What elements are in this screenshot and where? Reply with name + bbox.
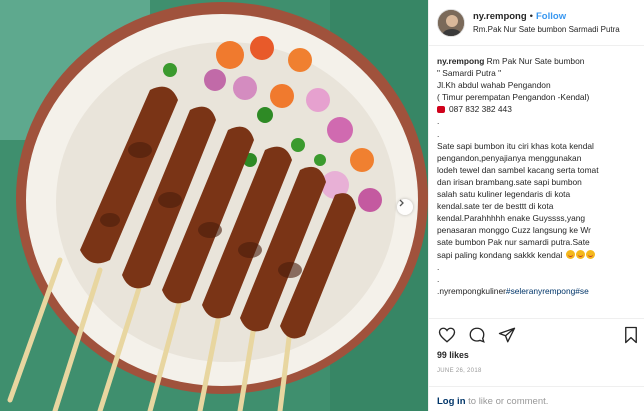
- action-bar: [437, 324, 641, 346]
- avatar-image: [438, 9, 464, 36]
- comment-icon: [469, 327, 485, 343]
- instagram-post: ny.rempong • Follow Rm.Pak Nur Sate bumbon…: [0, 0, 644, 411]
- caption-line: salah satu kuliner legendaris di kota: [437, 189, 571, 200]
- location-link[interactable]: Rm.Pak Nur Sate bumbon Sarmadi Putra: [473, 23, 620, 36]
- smile-emoji-icon: [585, 249, 595, 259]
- caption-line: sate bumbon Pak nur samardi putra.Sate: [437, 237, 590, 248]
- post-photo[interactable]: [0, 0, 428, 411]
- caption-line: lodeh tewel dan sambel kacang serta toma…: [437, 164, 599, 175]
- caption-line: .: [437, 128, 440, 139]
- post-date: JUNE 26, 2018: [437, 368, 482, 374]
- bookmark-icon: [625, 326, 637, 344]
- caption-line: penasaran monggo Cuzz langsung ke Wr: [437, 225, 591, 236]
- caption-line: .nyrempongkuliner#seleranyrempong#se: [437, 285, 641, 297]
- sate-plate-image: [0, 0, 428, 411]
- caption-text: 087 832 382 443: [449, 104, 512, 115]
- smile-emoji-icon: [575, 249, 585, 259]
- phone-icon: [437, 106, 445, 114]
- carousel-next-button[interactable]: [397, 199, 413, 215]
- heart-icon: [438, 327, 456, 343]
- caption-line: ( Timur perempatan Pengandon -Kendal): [437, 92, 590, 103]
- avatar[interactable]: [437, 8, 465, 37]
- share-button[interactable]: [497, 325, 517, 345]
- hashtag-link[interactable]: #seleranyrempong#se: [506, 286, 589, 296]
- caption-line: .: [437, 261, 440, 272]
- divider: [429, 386, 644, 387]
- post-side-panel: ny.rempong • Follow Rm.Pak Nur Sate bumbon…: [428, 0, 644, 411]
- save-button[interactable]: [621, 325, 641, 345]
- chevron-right-icon: [399, 199, 404, 207]
- follow-button[interactable]: Follow: [536, 11, 566, 22]
- separator-dot: •: [529, 10, 533, 22]
- caption-line: 087 832 382 443: [437, 103, 641, 115]
- caption-text: .nyrempongkuliner: [437, 285, 506, 296]
- likes-count[interactable]: 99 likes: [437, 350, 469, 360]
- share-icon: [498, 327, 516, 343]
- caption-line: kendal.Parahhhhh enake Guyssss,yang: [437, 213, 586, 224]
- caption-line: dan irisan brambang.sate sapi bumbon: [437, 176, 582, 187]
- caption-line: pengandon,penyajianya menggunakan: [437, 152, 582, 163]
- like-button[interactable]: [437, 325, 457, 345]
- caption-text: Rm Pak Nur Sate bumbon: [484, 56, 585, 66]
- smile-emoji-icon: [565, 249, 575, 259]
- divider: [429, 318, 644, 319]
- caption-line: Jl.Kh abdul wahab Pengandon: [437, 80, 551, 91]
- caption-line: kendal.sate ter de besttt di kota: [437, 201, 554, 212]
- comment-button[interactable]: [467, 325, 487, 345]
- caption: ny.rempong Rm Pak Nur Sate bumbon " Sama…: [437, 55, 641, 297]
- login-prompt: Log in to like or comment.: [437, 396, 548, 407]
- login-link[interactable]: Log in: [437, 396, 466, 407]
- caption-line: .: [437, 273, 440, 284]
- caption-line: sapi paling kondang sakkk kendal: [437, 249, 641, 261]
- caption-line: .: [437, 116, 440, 127]
- username-link[interactable]: ny.rempong: [473, 11, 527, 22]
- post-header: ny.rempong • Follow Rm.Pak Nur Sate bumbon…: [429, 0, 644, 46]
- caption-line: Sate sapi bumbon itu ciri khas kota kend…: [437, 140, 594, 151]
- caption-username[interactable]: ny.rempong: [437, 56, 484, 66]
- caption-text: sapi paling kondang sakkk kendal: [437, 249, 563, 260]
- login-prompt-text: to like or comment.: [465, 396, 549, 407]
- caption-line: " Samardi Putra ": [437, 68, 502, 79]
- caption-line: ny.rempong Rm Pak Nur Sate bumbon: [437, 55, 641, 67]
